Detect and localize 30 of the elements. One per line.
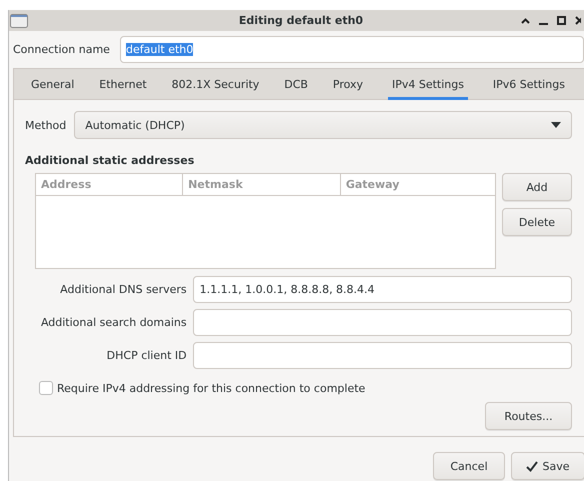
tab[interactable]: Ethernet bbox=[99, 69, 147, 100]
input-field[interactable] bbox=[192, 309, 572, 336]
cancel-button[interactable]: Cancel bbox=[433, 452, 505, 480]
connection-name-field[interactable]: default eth0 bbox=[120, 36, 584, 63]
checkbox[interactable] bbox=[39, 381, 53, 395]
routes-button[interactable]: Routes... bbox=[485, 402, 572, 430]
dropdown-arrow-icon bbox=[551, 122, 561, 128]
close-icon[interactable] bbox=[575, 16, 581, 25]
tab[interactable]: IPv6 Settings bbox=[492, 69, 565, 100]
window-title: Editing default eth0 bbox=[238, 14, 364, 27]
save-button[interactable]: Save bbox=[511, 452, 584, 480]
section-heading: Additional static addresses bbox=[25, 154, 196, 167]
input-field[interactable]: 1.1.1.1, 1.0.0.1, 8.8.8.8, 8.8.4.4 bbox=[192, 276, 572, 303]
maximize-icon[interactable] bbox=[557, 16, 566, 25]
chevron-up-icon[interactable] bbox=[521, 18, 530, 24]
tab[interactable]: Proxy bbox=[332, 69, 364, 100]
method-dropdown[interactable]: Automatic (DHCP) bbox=[74, 111, 572, 139]
table-action-button[interactable]: Add bbox=[502, 173, 572, 201]
tab[interactable]: 802.1X Security bbox=[172, 69, 260, 100]
table-action-button[interactable]: Delete bbox=[502, 208, 572, 236]
field-label: Additional search domains bbox=[40, 316, 188, 329]
method-label: Method bbox=[25, 118, 66, 132]
field-label: Additional DNS servers bbox=[59, 283, 188, 296]
tab[interactable]: DCB bbox=[284, 69, 308, 100]
connection-name-label: Connection name bbox=[13, 43, 111, 56]
tab[interactable]: General bbox=[31, 69, 74, 100]
input-field[interactable] bbox=[192, 342, 572, 369]
checkbox-label: Require IPv4 addressing for this connection to complete bbox=[57, 382, 366, 394]
field-label: DHCP client ID bbox=[106, 349, 188, 362]
checkmark-icon bbox=[526, 460, 538, 472]
